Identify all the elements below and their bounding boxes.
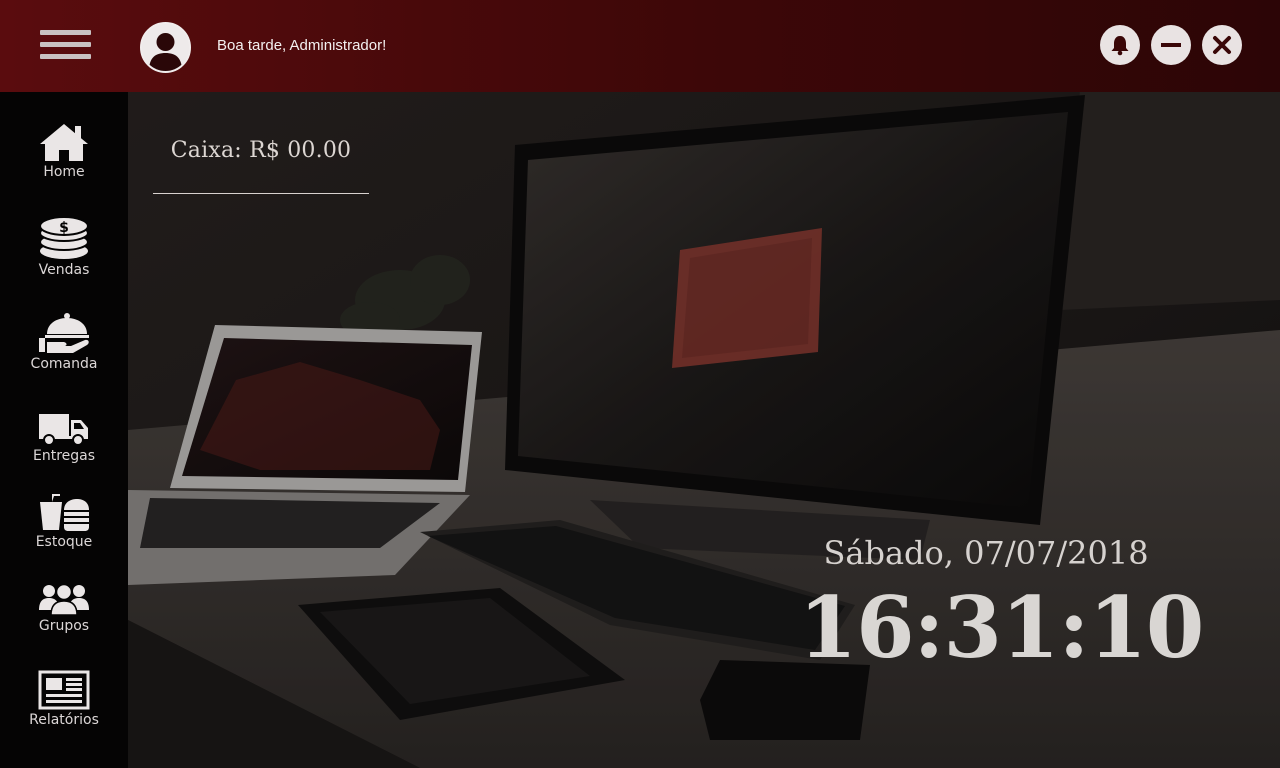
- sidebar-item-relatorios[interactable]: Relatórios: [0, 670, 128, 728]
- current-date: Sábado, 07/07/2018: [823, 534, 1149, 572]
- greeting-text: Boa tarde, Administrador!: [217, 37, 387, 54]
- user-avatar-icon[interactable]: [140, 22, 191, 73]
- sidebar-item-label: Estoque: [35, 534, 93, 550]
- close-button[interactable]: [1202, 25, 1242, 65]
- sidebar-item-estoque[interactable]: Estoque: [0, 494, 128, 550]
- sidebar-item-vendas[interactable]: $ Vendas: [0, 216, 128, 278]
- notifications-button[interactable]: [1100, 25, 1140, 65]
- svg-text:$: $: [59, 220, 69, 236]
- current-time: 16:31:10: [798, 578, 1205, 677]
- bell-icon: [1111, 36, 1129, 56]
- sidebar-item-label: Comanda: [30, 356, 98, 372]
- sidebar-item-label: Home: [43, 164, 85, 180]
- hamburger-menu-icon[interactable]: [40, 30, 91, 66]
- group-users-icon: [39, 583, 89, 616]
- sidebar-item-label: Entregas: [32, 448, 96, 464]
- truck-icon: [39, 414, 88, 446]
- cash-divider: [153, 193, 369, 194]
- minus-icon: [1161, 43, 1181, 47]
- sidebar: Home $ Vendas Comanda Entregas Estoque G…: [0, 92, 128, 768]
- serving-cloche-icon: [39, 313, 89, 353]
- sidebar-item-label: Vendas: [38, 262, 90, 278]
- sidebar-item-home[interactable]: Home: [0, 122, 128, 180]
- coins-dollar-icon: $: [39, 216, 89, 259]
- newspaper-icon: [38, 670, 90, 710]
- top-bar: Boa tarde, Administrador!: [0, 0, 1280, 92]
- sidebar-item-comanda[interactable]: Comanda: [0, 312, 128, 372]
- drink-burger-icon: [40, 494, 89, 531]
- sidebar-item-label: Grupos: [38, 618, 90, 634]
- sidebar-item-label: Relatórios: [29, 712, 99, 728]
- sidebar-item-grupos[interactable]: Grupos: [0, 582, 128, 634]
- sidebar-item-entregas[interactable]: Entregas: [0, 412, 128, 464]
- home-icon: [40, 124, 88, 161]
- close-icon: [1213, 36, 1231, 54]
- minimize-button[interactable]: [1151, 25, 1191, 65]
- cash-balance: Caixa: R$ 00.00: [170, 138, 352, 163]
